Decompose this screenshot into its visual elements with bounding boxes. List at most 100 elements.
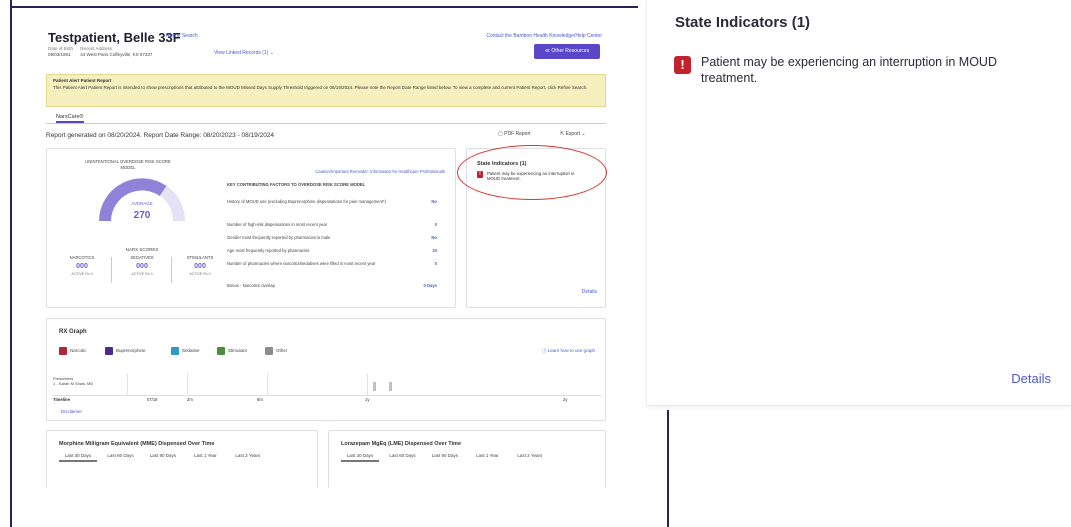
graph-gridline	[267, 373, 268, 395]
pdf-report-button[interactable]: ▢ PDF Report	[498, 131, 531, 137]
factor-row: History of MOUD use (excluding Buprenorp…	[227, 199, 437, 205]
narx-scores-title: NARX SCORES	[125, 247, 159, 252]
risk-score-card: UNINTENTIONAL OVERDOSE RISK SCORE MODEL …	[46, 148, 456, 308]
export-label: Export ⌄	[565, 131, 586, 137]
mme-range-30[interactable]: Last 30 Days	[59, 453, 97, 462]
factor-label: History of MOUD use (excluding Buprenorp…	[227, 199, 386, 204]
refine-search-link[interactable]: Refine Search	[166, 33, 198, 39]
disclaimer-link[interactable]: Disclaimer	[61, 409, 82, 414]
lme-range-2y[interactable]: Last 2 Years	[511, 453, 549, 458]
graph-gridline	[187, 373, 188, 395]
factor-value: No	[431, 199, 437, 204]
frame-border-top	[10, 6, 638, 8]
narx-divider	[171, 257, 172, 283]
legend-label: Buprenorphine	[116, 348, 146, 354]
narx-score-stimulants: STIMULANTS 000 ACTIVE Rx 0	[175, 255, 225, 276]
mme-range-1y[interactable]: Last 1 Year	[186, 453, 224, 458]
zoom-state-indicators-title: State Indicators (1)	[675, 14, 811, 31]
timeline-tick: 07/18	[147, 397, 158, 402]
factor-label: Age most frequently reported by pharmaci…	[227, 248, 310, 253]
patient-header: Testpatient, Belle 33F Refine Search Con…	[48, 30, 608, 60]
legend-sedative[interactable]: Sedative	[171, 347, 200, 355]
rx-bar[interactable]	[389, 382, 392, 391]
tab-narxcare[interactable]: NarxCare®	[56, 114, 84, 123]
narx-divider	[111, 257, 112, 283]
narx-value: 000	[76, 263, 88, 270]
factor-label: Number of pharmacies where narcotics/sed…	[227, 261, 376, 266]
pdf-report-label: PDF Report	[504, 131, 531, 137]
legend-stimulant[interactable]: Stimulant	[217, 347, 247, 355]
mme-range-tabs: Last 30 Days Last 60 Days Last 90 Days L…	[59, 453, 267, 471]
lme-range-tabs: Last 30 Days Last 60 Days Last 90 Days L…	[341, 453, 549, 471]
risk-score-value: 270	[133, 210, 151, 221]
graph-gridline	[127, 373, 128, 395]
prescriber-name: 1 - Sarah M Shaw, MD	[53, 381, 94, 386]
factor-row: Gender most frequently reported by pharm…	[227, 235, 437, 241]
narx-active-rx: ACTIVE Rx 0	[189, 272, 211, 276]
timeline-axis: Timeline 07/18 2m 6m 1y 2y	[53, 395, 601, 403]
factor-row: Number of high-risk dispensations in mos…	[227, 222, 437, 228]
export-button[interactable]: ⇱ Export ⌄	[560, 131, 586, 137]
legend-other[interactable]: Other	[265, 347, 287, 355]
checkbox-icon	[217, 347, 225, 355]
risk-model-title: UNINTENTIONAL OVERDOSE RISK SCORE MODEL	[85, 159, 171, 170]
graph-gridline	[367, 373, 368, 395]
mme-card: Morphine Milligram Equivalent (MME) Disp…	[46, 430, 318, 488]
lme-range-90[interactable]: Last 90 Days	[426, 453, 464, 458]
checkbox-icon	[59, 347, 67, 355]
rx-bar[interactable]	[373, 382, 376, 391]
narx-label: NARCOTICS	[69, 255, 95, 260]
timeline-tick: 6m	[257, 397, 263, 402]
factor-value: 0	[434, 222, 437, 227]
other-resources-button[interactable]: ≪ Other Resources	[534, 44, 600, 59]
state-indicators-details-link[interactable]: Details	[582, 289, 597, 295]
patient-alert-banner: Patient Alert Patient Report This Patien…	[46, 74, 606, 107]
frame-border-right	[667, 410, 669, 527]
factor-label: Bonus - Narcotics overlap	[227, 283, 275, 288]
alert-body: This Patient Alert Patient Report is int…	[53, 85, 588, 90]
mme-range-60[interactable]: Last 60 Days	[101, 453, 139, 458]
zoom-state-indicator-text: Patient may be experiencing an interrupt…	[701, 55, 997, 85]
factor-value: 33	[432, 248, 437, 253]
lme-range-30[interactable]: Last 30 Days	[341, 453, 379, 462]
risk-average-label: AVERAGE	[131, 201, 153, 206]
lme-card: Lorazepam MgEq (LME) Dispensed Over Time…	[328, 430, 606, 488]
narx-label: SEDATIVES	[130, 255, 154, 260]
timeline-tick: 2m	[187, 397, 193, 402]
address-value: 44 West Paris Coffeyville, KS 67337	[80, 52, 153, 57]
linked-records-dropdown[interactable]: View Linked Records (1) ⌄	[214, 50, 274, 56]
legend-narcotic[interactable]: Narcotic	[59, 347, 87, 355]
contributing-factors-title: KEY CONTRIBUTING FACTORS TO OVERDOSE RIS…	[227, 182, 366, 187]
rx-graph-title: RX Graph	[59, 329, 87, 335]
legend-label: Narcotic	[70, 348, 87, 354]
patient-report-screenshot: Testpatient, Belle 33F Refine Search Con…	[36, 18, 616, 488]
patient-name: Testpatient, Belle 33F	[48, 30, 181, 45]
mme-range-2y[interactable]: Last 2 Years	[229, 453, 267, 458]
mme-title: Morphine Milligram Equivalent (MME) Disp…	[59, 441, 215, 447]
highlight-circle-annotation	[457, 145, 607, 200]
narx-active-rx: ACTIVE Rx 0	[131, 272, 153, 276]
lme-range-1y[interactable]: Last 1 Year	[468, 453, 506, 458]
narx-value: 000	[136, 263, 148, 270]
narx-score-narcotics: NARCOTICS 000 ACTIVE Rx 0	[57, 255, 107, 276]
learn-graph-link[interactable]: ⓘ Learn how to use graph	[542, 348, 595, 354]
timeline-tick: 1y	[365, 397, 370, 402]
timeline-tick: 2y	[563, 397, 568, 402]
factor-row: Number of pharmacies where narcotics/sed…	[227, 261, 437, 267]
narx-active-rx: ACTIVE Rx 0	[71, 272, 93, 276]
factor-value: No	[431, 235, 437, 240]
zoom-details-link[interactable]: Details	[1011, 371, 1051, 386]
lme-range-60[interactable]: Last 60 Days	[383, 453, 421, 458]
frame-border-left	[10, 0, 12, 527]
alert-title: Patient Alert Patient Report	[53, 78, 112, 83]
prescribers-label: Prescribers 1 - Sarah M Shaw, MD	[53, 376, 93, 386]
state-indicators-zoom-panel: State Indicators (1) ! Patient may be ex…	[646, 0, 1071, 406]
legend-buprenorphine[interactable]: Buprenorphine	[105, 347, 146, 355]
factor-label: Gender most frequently reported by pharm…	[227, 235, 331, 240]
mme-range-90[interactable]: Last 90 Days	[144, 453, 182, 458]
caution-reminder-link[interactable]: Caution/Important Reminder: Information …	[315, 169, 445, 174]
narx-score-sedatives: SEDATIVES 000 ACTIVE Rx 0	[117, 255, 167, 276]
knowledge-center-link[interactable]: Contact the Bamboo Health Knowledge/Help…	[486, 33, 602, 39]
alert-icon: !	[674, 56, 691, 74]
dob-value: 09/03/1991	[48, 52, 71, 57]
